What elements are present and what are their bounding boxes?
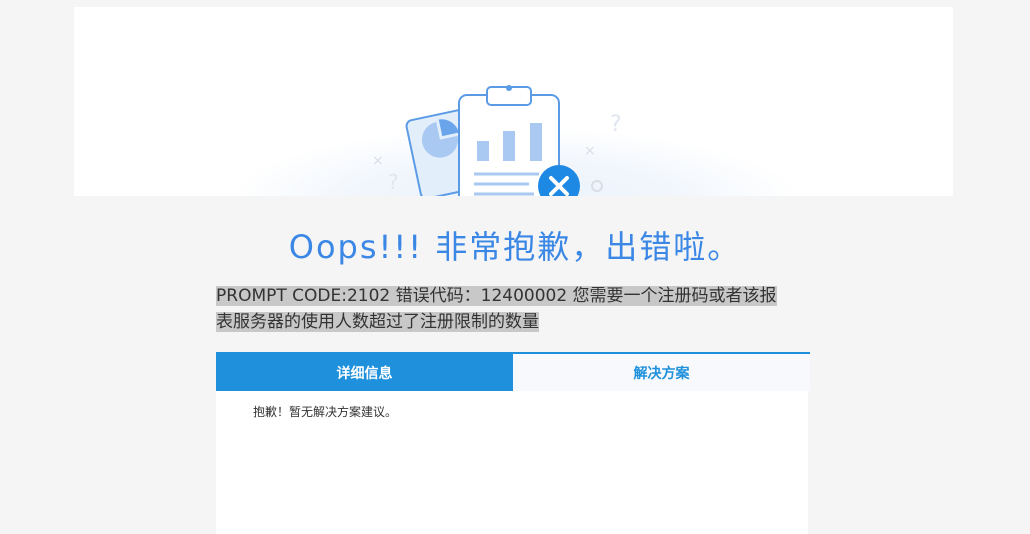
question-mark-icon: ? xyxy=(388,170,399,194)
tab-bar: 详细信息 解决方案 xyxy=(216,352,810,391)
cross-mark-icon: × xyxy=(584,143,596,159)
small-circle-icon xyxy=(591,180,603,192)
cross-mark-icon: × xyxy=(372,153,384,169)
clipboard-chart-error-illustration: ? ? × × xyxy=(372,85,622,196)
error-message-line-2: 表服务器的使用人数超过了注册限制的数量 xyxy=(216,312,539,332)
panel-message: 抱歉！暂无解决方案建议。 xyxy=(253,405,398,419)
page-title: Oops!!! 非常抱歉，出错啦。 xyxy=(288,228,742,266)
tab-solutions[interactable]: 解决方案 xyxy=(513,354,810,391)
error-message: PROMPT CODE:2102 错误代码：12400002 您需要一个注册码或… xyxy=(216,283,810,335)
tab-panel: 抱歉！暂无解决方案建议。 xyxy=(216,391,808,534)
question-mark-icon: ? xyxy=(610,112,622,137)
error-banner: ? ? × × xyxy=(74,7,953,196)
bar-chart-icon xyxy=(477,141,489,161)
error-message-line-1: PROMPT CODE:2102 错误代码：12400002 您需要一个注册码或… xyxy=(216,286,777,306)
tab-details[interactable]: 详细信息 xyxy=(216,354,513,391)
